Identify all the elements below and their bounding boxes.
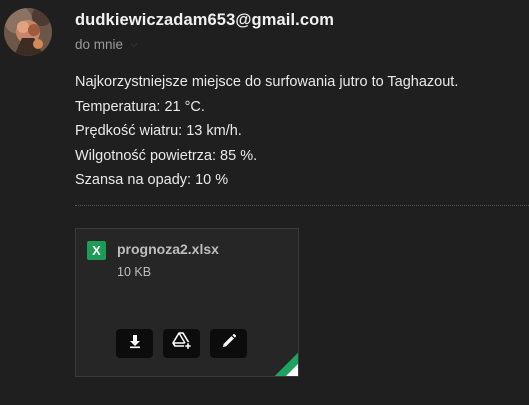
attachment-file-size: 10 KB — [117, 265, 152, 279]
avatar-image — [4, 8, 52, 56]
edit-button[interactable] — [210, 329, 247, 358]
recipient-details-toggle[interactable]: do mnie — [75, 37, 139, 52]
body-line: Prędkość wiatru: 13 km/h. — [75, 123, 242, 139]
attachment-file-name: prognoza2.xlsx — [117, 241, 219, 257]
chevron-down-icon — [129, 40, 139, 50]
body-line: Wilgotność powietrza: 85 %. — [75, 147, 258, 164]
attachments-divider — [75, 205, 529, 206]
add-to-drive-button[interactable] — [163, 329, 200, 358]
body-line: Szansa na opady: 10 % — [75, 172, 229, 188]
edit-icon — [221, 333, 237, 354]
message-body: Najkorzystniejsze miejsce do surfowania … — [75, 70, 458, 193]
body-line: Temperatura: 21 °C. — [75, 98, 205, 115]
recipient-label: do mnie — [75, 37, 124, 52]
download-button[interactable] — [116, 329, 153, 358]
email-message: dudkiewiczadam653@gmail.com do mnie Najk… — [0, 0, 529, 405]
sender-email: dudkiewiczadam653@gmail.com — [75, 11, 335, 29]
avatar[interactable] — [4, 8, 52, 56]
body-line: Najkorzystniejsze miejsce do surfowania … — [75, 74, 459, 90]
spreadsheet-icon: X — [87, 241, 106, 260]
attachment-card[interactable]: X prognoza2.xlsx 10 KB — [75, 228, 299, 377]
sheets-badge-icon — [273, 351, 298, 376]
download-icon — [127, 333, 143, 354]
attachment-actions — [116, 329, 247, 358]
drive-add-icon — [171, 331, 193, 356]
